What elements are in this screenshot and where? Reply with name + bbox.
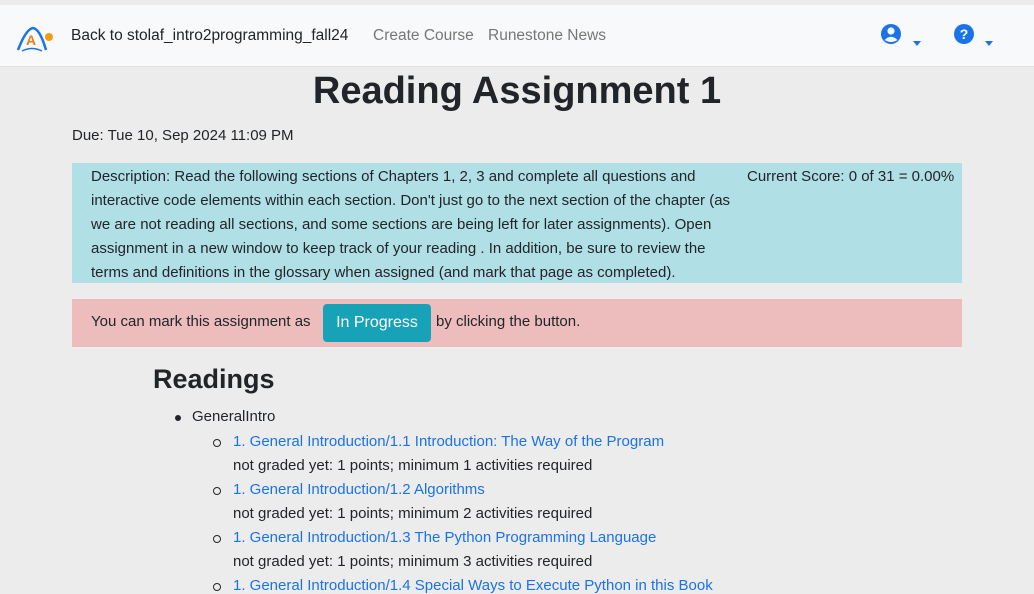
due-date: Due: Tue 10, Sep 2024 11:09 PM (72, 127, 294, 144)
status-panel: You can mark this assignment as In Progr… (72, 299, 962, 347)
runestone-news-link[interactable]: Runestone News (488, 27, 606, 45)
reading-link[interactable]: 1. General Introduction/1.1 Introduction… (233, 433, 664, 450)
readings-heading: Readings (153, 364, 275, 394)
assignment-description: Description: Read the following sections… (91, 168, 731, 281)
reading-status: not graded yet: 1 points; minimum 1 acti… (233, 457, 593, 474)
chevron-down-icon (913, 41, 921, 46)
description-panel: Description: Read the following sections… (72, 163, 962, 283)
create-course-link[interactable]: Create Course (373, 27, 474, 45)
circle-bullet-icon (213, 535, 221, 543)
help-menu-dropdown[interactable]: ? (953, 23, 993, 50)
reading-status: not graded yet: 1 points; minimum 2 acti… (233, 505, 593, 522)
circle-bullet-icon (213, 439, 221, 447)
reading-link[interactable]: 1. General Introduction/1.4 Special Ways… (233, 577, 713, 594)
svg-text:A: A (26, 32, 36, 48)
reading-link[interactable]: 1. General Introduction/1.2 Algorithms (233, 481, 485, 498)
current-score: Current Score: 0 of 31 = 0.00% (747, 168, 955, 185)
user-menu-dropdown[interactable] (880, 23, 921, 50)
chapter-label: GeneralIntro (192, 408, 276, 425)
circle-bullet-icon (213, 583, 221, 591)
reading-status: not graded yet: 1 points; minimum 3 acti… (233, 553, 593, 570)
top-navbar: A Back to stolaf_intro2programming_fall2… (0, 5, 1034, 67)
reading-link[interactable]: 1. General Introduction/1.3 The Python P… (233, 529, 656, 546)
bullet-icon (175, 415, 181, 421)
user-circle-icon (881, 24, 901, 44)
in-progress-button[interactable]: In Progress (323, 304, 431, 342)
runestone-logo-icon[interactable]: A (16, 26, 54, 54)
status-suffix-text: by clicking the button. (436, 313, 581, 330)
page-title: Reading Assignment 1 (312, 70, 722, 112)
status-prefix-text: You can mark this assignment as (91, 313, 311, 330)
svg-text:?: ? (960, 26, 969, 42)
circle-bullet-icon (213, 487, 221, 495)
back-to-course-link[interactable]: Back to stolaf_intro2programming_fall24 (71, 27, 348, 45)
chevron-down-icon (985, 41, 993, 46)
question-circle-icon: ? (954, 24, 974, 44)
